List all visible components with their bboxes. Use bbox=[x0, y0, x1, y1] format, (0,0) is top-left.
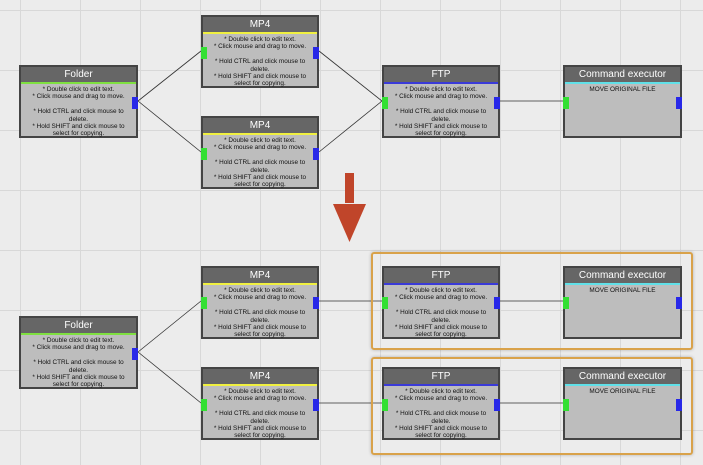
node-title: MP4 bbox=[203, 369, 317, 386]
output-port[interactable] bbox=[313, 297, 319, 309]
node-instructions: * Double click to edit text. * Click mou… bbox=[213, 388, 307, 440]
mp4-node[interactable]: MP4 * Double click to edit text. * Click… bbox=[201, 367, 319, 440]
mp4-node[interactable]: MP4 * Double click to edit text. * Click… bbox=[201, 116, 319, 189]
link-folder-to-mp4 bbox=[137, 351, 202, 404]
node-command-text: MOVE ORIGINAL FILE bbox=[589, 86, 656, 93]
ftp-node[interactable]: FTP * Double click to edit text. * Click… bbox=[382, 65, 500, 138]
output-port[interactable] bbox=[676, 97, 682, 109]
node-instructions: * Double click to edit text. * Click mou… bbox=[394, 388, 488, 440]
link-mp4-to-ftp bbox=[318, 100, 383, 153]
mp4-node[interactable]: MP4 * Double click to edit text. * Click… bbox=[201, 15, 319, 88]
folder-node[interactable]: Folder * Double click to edit text. * Cl… bbox=[19, 316, 138, 389]
node-instructions: * Double click to edit text. * Click mou… bbox=[394, 287, 488, 339]
output-port[interactable] bbox=[494, 97, 500, 109]
node-instructions: * Double click to edit text. * Click mou… bbox=[213, 137, 307, 189]
output-port[interactable] bbox=[494, 399, 500, 411]
output-port[interactable] bbox=[313, 47, 319, 59]
mp4-node[interactable]: MP4 * Double click to edit text. * Click… bbox=[201, 266, 319, 339]
node-title: Folder bbox=[21, 67, 136, 84]
output-port[interactable] bbox=[676, 297, 682, 309]
output-port[interactable] bbox=[132, 348, 138, 360]
input-port[interactable] bbox=[201, 47, 207, 59]
node-title: MP4 bbox=[203, 118, 317, 135]
folder-node[interactable]: Folder * Double click to edit text. * Cl… bbox=[19, 65, 138, 138]
input-port[interactable] bbox=[563, 297, 569, 309]
input-port[interactable] bbox=[382, 297, 388, 309]
node-instructions: * Double click to edit text. * Click mou… bbox=[394, 86, 488, 138]
node-title: FTP bbox=[384, 369, 498, 386]
node-title: Folder bbox=[21, 318, 136, 335]
input-port[interactable] bbox=[563, 97, 569, 109]
ftp-node[interactable]: FTP * Double click to edit text. * Click… bbox=[382, 367, 500, 440]
node-command-text: MOVE ORIGINAL FILE bbox=[589, 388, 656, 395]
command-executor-node[interactable]: Command executor MOVE ORIGINAL FILE bbox=[563, 65, 682, 138]
node-title: MP4 bbox=[203, 17, 317, 34]
node-instructions: * Double click to edit text. * Click mou… bbox=[213, 287, 307, 339]
link-mp4-to-ftp bbox=[318, 50, 383, 102]
input-port[interactable] bbox=[382, 399, 388, 411]
input-port[interactable] bbox=[201, 297, 207, 309]
output-port[interactable] bbox=[494, 297, 500, 309]
output-port[interactable] bbox=[676, 399, 682, 411]
node-title: Command executor bbox=[565, 369, 680, 386]
input-port[interactable] bbox=[382, 97, 388, 109]
node-title: FTP bbox=[384, 268, 498, 285]
command-executor-node[interactable]: Command executor MOVE ORIGINAL FILE bbox=[563, 266, 682, 339]
node-title: MP4 bbox=[203, 268, 317, 285]
output-port[interactable] bbox=[132, 97, 138, 109]
node-instructions: * Double click to edit text. * Click mou… bbox=[32, 337, 125, 389]
node-instructions: * Double click to edit text. * Click mou… bbox=[213, 36, 307, 88]
link-folder-to-mp4 bbox=[137, 300, 202, 353]
down-arrow-icon bbox=[333, 173, 366, 242]
node-command-text: MOVE ORIGINAL FILE bbox=[589, 287, 656, 294]
node-title: Command executor bbox=[565, 268, 680, 285]
ftp-node[interactable]: FTP * Double click to edit text. * Click… bbox=[382, 266, 500, 339]
node-title: Command executor bbox=[565, 67, 680, 84]
input-port[interactable] bbox=[563, 399, 569, 411]
input-port[interactable] bbox=[201, 399, 207, 411]
command-executor-node[interactable]: Command executor MOVE ORIGINAL FILE bbox=[563, 367, 682, 440]
node-title: FTP bbox=[384, 67, 498, 84]
link-folder-to-mp4 bbox=[137, 100, 202, 153]
output-port[interactable] bbox=[313, 148, 319, 160]
node-instructions: * Double click to edit text. * Click mou… bbox=[32, 86, 125, 138]
output-port[interactable] bbox=[313, 399, 319, 411]
input-port[interactable] bbox=[201, 148, 207, 160]
link-folder-to-mp4 bbox=[137, 50, 202, 102]
